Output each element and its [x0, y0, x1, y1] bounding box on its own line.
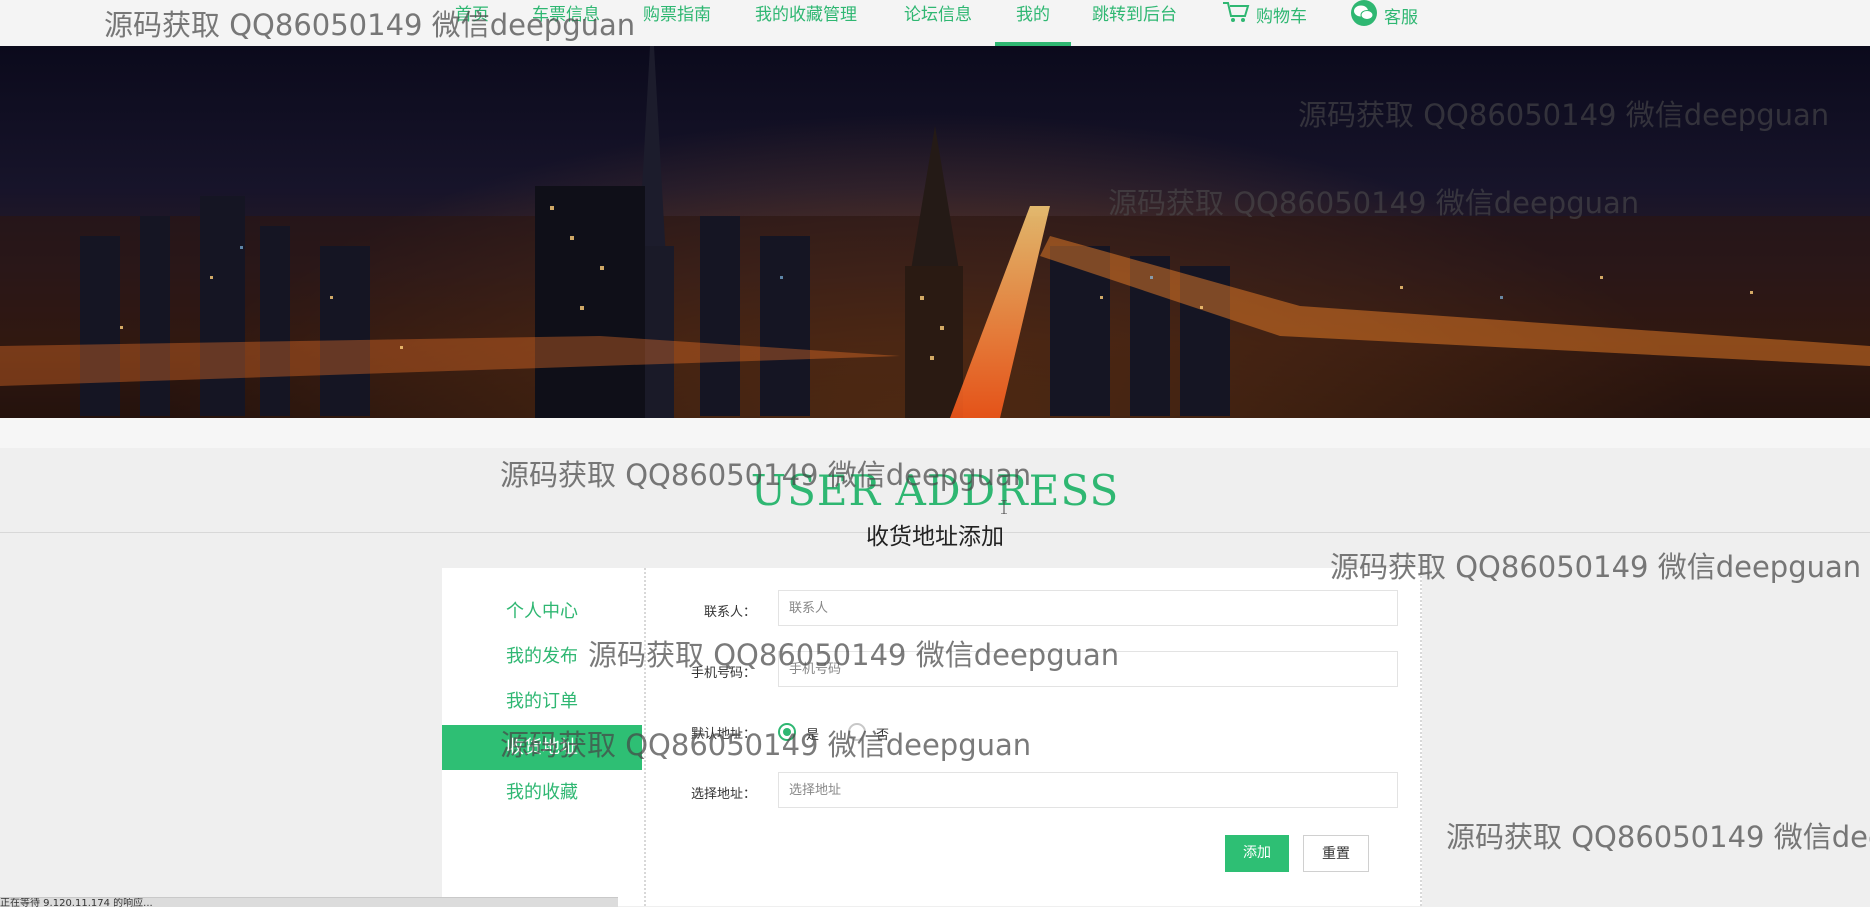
default-no-radio[interactable] [848, 723, 866, 741]
nav-home[interactable]: 首页 [455, 0, 489, 46]
default-yes-label: 是 [806, 728, 820, 743]
sidebar-item-label: 收货地址 [506, 737, 578, 758]
sidebar-item-label: 个人中心 [506, 601, 578, 622]
nav-cart-label: 购物车 [1256, 7, 1307, 27]
nav-goto-admin[interactable]: 跳转到后台 [1092, 0, 1177, 46]
phone-label: 手机号码： [690, 666, 756, 681]
address-label: 选择地址： [690, 787, 756, 802]
phone-input[interactable] [778, 651, 1398, 687]
reset-button[interactable]: 重置 [1303, 835, 1369, 872]
default-yes-radio[interactable] [778, 723, 796, 741]
nav-tickets[interactable]: 车票信息 [532, 0, 600, 46]
sidebar-item-label: 我的收藏 [506, 782, 578, 803]
nav-customer-service[interactable]: 客服 [1350, 0, 1418, 46]
text-cursor-icon [1001, 500, 1007, 514]
address-select-input[interactable] [778, 772, 1398, 808]
sidebar-item-label: 我的发布 [506, 646, 578, 667]
top-nav: 首页 车票信息 购票指南 我的收藏管理 论坛信息 我的 跳转到后台 购物车 客服 [0, 0, 1870, 47]
default-address-label: 默认地址： [690, 727, 756, 742]
contact-label: 联系人： [703, 605, 756, 620]
add-button[interactable]: 添加 [1225, 835, 1289, 872]
wechat-icon [1350, 0, 1378, 36]
nav-mine[interactable]: 我的 [995, 0, 1071, 46]
sidebar-item-address[interactable]: 收货地址 [442, 725, 642, 770]
page-subtitle: 收货地址添加 [866, 524, 1004, 550]
nav-forum[interactable]: 论坛信息 [904, 0, 972, 46]
sidebar-item-my-orders[interactable]: 我的订单 [442, 679, 644, 724]
nav-ticket-guide[interactable]: 购票指南 [643, 0, 711, 46]
nav-customer-service-label: 客服 [1384, 8, 1418, 28]
banner-image [0, 46, 1870, 418]
banner-bottom-strip [0, 418, 1870, 448]
nav-cart[interactable]: 购物车 [1222, 0, 1307, 46]
sidebar-item-profile[interactable]: 个人中心 [442, 589, 644, 634]
sidebar-item-my-posts[interactable]: 我的发布 [442, 634, 644, 679]
watermark: 源码获取 QQ86050149 微信deepguan [1446, 820, 1870, 854]
sidebar-item-my-favorites[interactable]: 我的收藏 [442, 770, 644, 815]
page-title: USER ADDRESS [750, 466, 1120, 515]
user-sidebar: 个人中心 我的发布 我的订单 收货地址 我的收藏 [442, 568, 646, 906]
cart-icon [1222, 0, 1250, 34]
nav-favorites-manage[interactable]: 我的收藏管理 [755, 0, 857, 46]
default-no-label: 否 [876, 728, 890, 743]
contact-input[interactable] [778, 590, 1398, 626]
sidebar-item-label: 我的订单 [506, 691, 578, 712]
city-skyline-illustration [0, 46, 1870, 418]
